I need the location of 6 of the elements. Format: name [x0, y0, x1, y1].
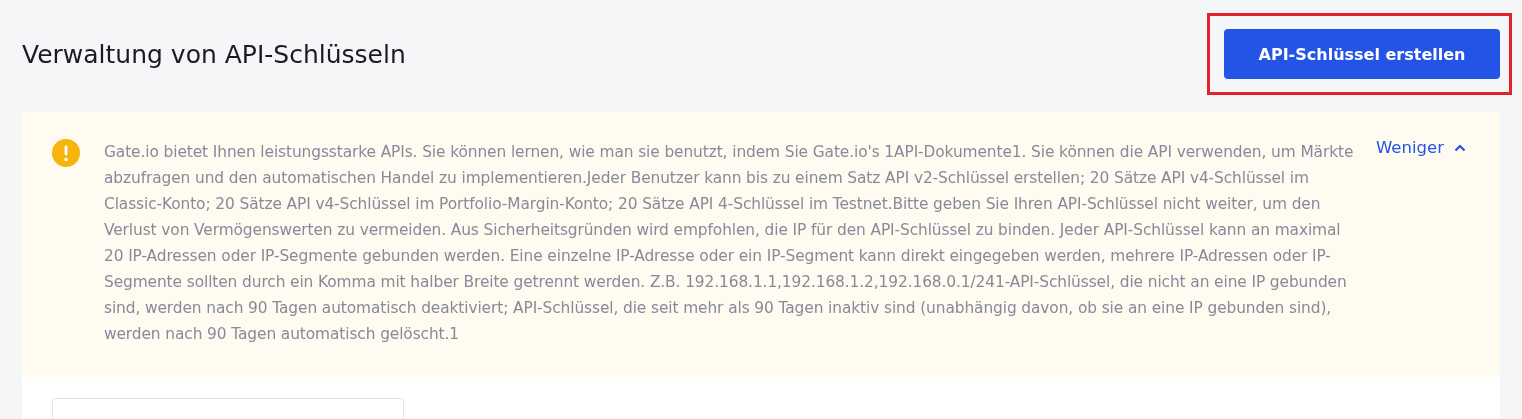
page-title: Verwaltung von API-Schlüsseln: [22, 39, 406, 69]
notice-text: Gate.io bietet Ihnen leistungsstarke APIs. Sie können lernen, wie man sie benutzt, indem Sie Gate.io's 1API-Dokumente1. Sie können die API verwenden, um Märkte abzufragen und den automatischen Handel zu implementieren.Jeder Benutzer kann bis zu einem Satz API v2-Schlüssel erstellen; 20 Sätze API v4-Schlüssel im Classic-Konto; 20 Sätze API v4-Schlüssel im Portfolio-Margin-Konto; 20 Sätze API 4-Schlüssel im Testnet.Bitte geben Sie Ihren API-Schlüssel nicht weiter, um den Verlust von Vermögenswerten zu vermeiden. Aus Sicherheitsgründen wird empfohlen, die IP für den API-Schlüssel zu binden. Jeder API-Schlüssel kann an maximal 20 IP-Adressen oder IP-Segmente gebunden werden. Eine einzelne IP-Adresse oder ein IP-Segment kann direkt eingegeben werden, mehrere IP-Adressen oder IP-Segmente sollten durch ein Komma mit halber Breite getrennt werden. Z.B. 192.168.1.1,192.168.1.2,192.168.0.1/241-API-Schlüssel, die nicht an eine IP gebunden sind, werden nach 90 Tagen automatisch deaktiviert; API-Schlüssel, die seit mehr als 90 Tagen inaktiv sind (unabhängig davon, ob sie an eine IP gebunden sind), werden nach 90 Tagen automatisch gelöscht.1: [104, 142, 1354, 345]
chevron-up-icon: [1453, 143, 1466, 152]
collapse-toggle[interactable]: Weniger: [1376, 138, 1466, 157]
warning-icon: [52, 139, 80, 167]
create-api-key-button[interactable]: API-Schlüssel erstellen: [1224, 29, 1500, 79]
